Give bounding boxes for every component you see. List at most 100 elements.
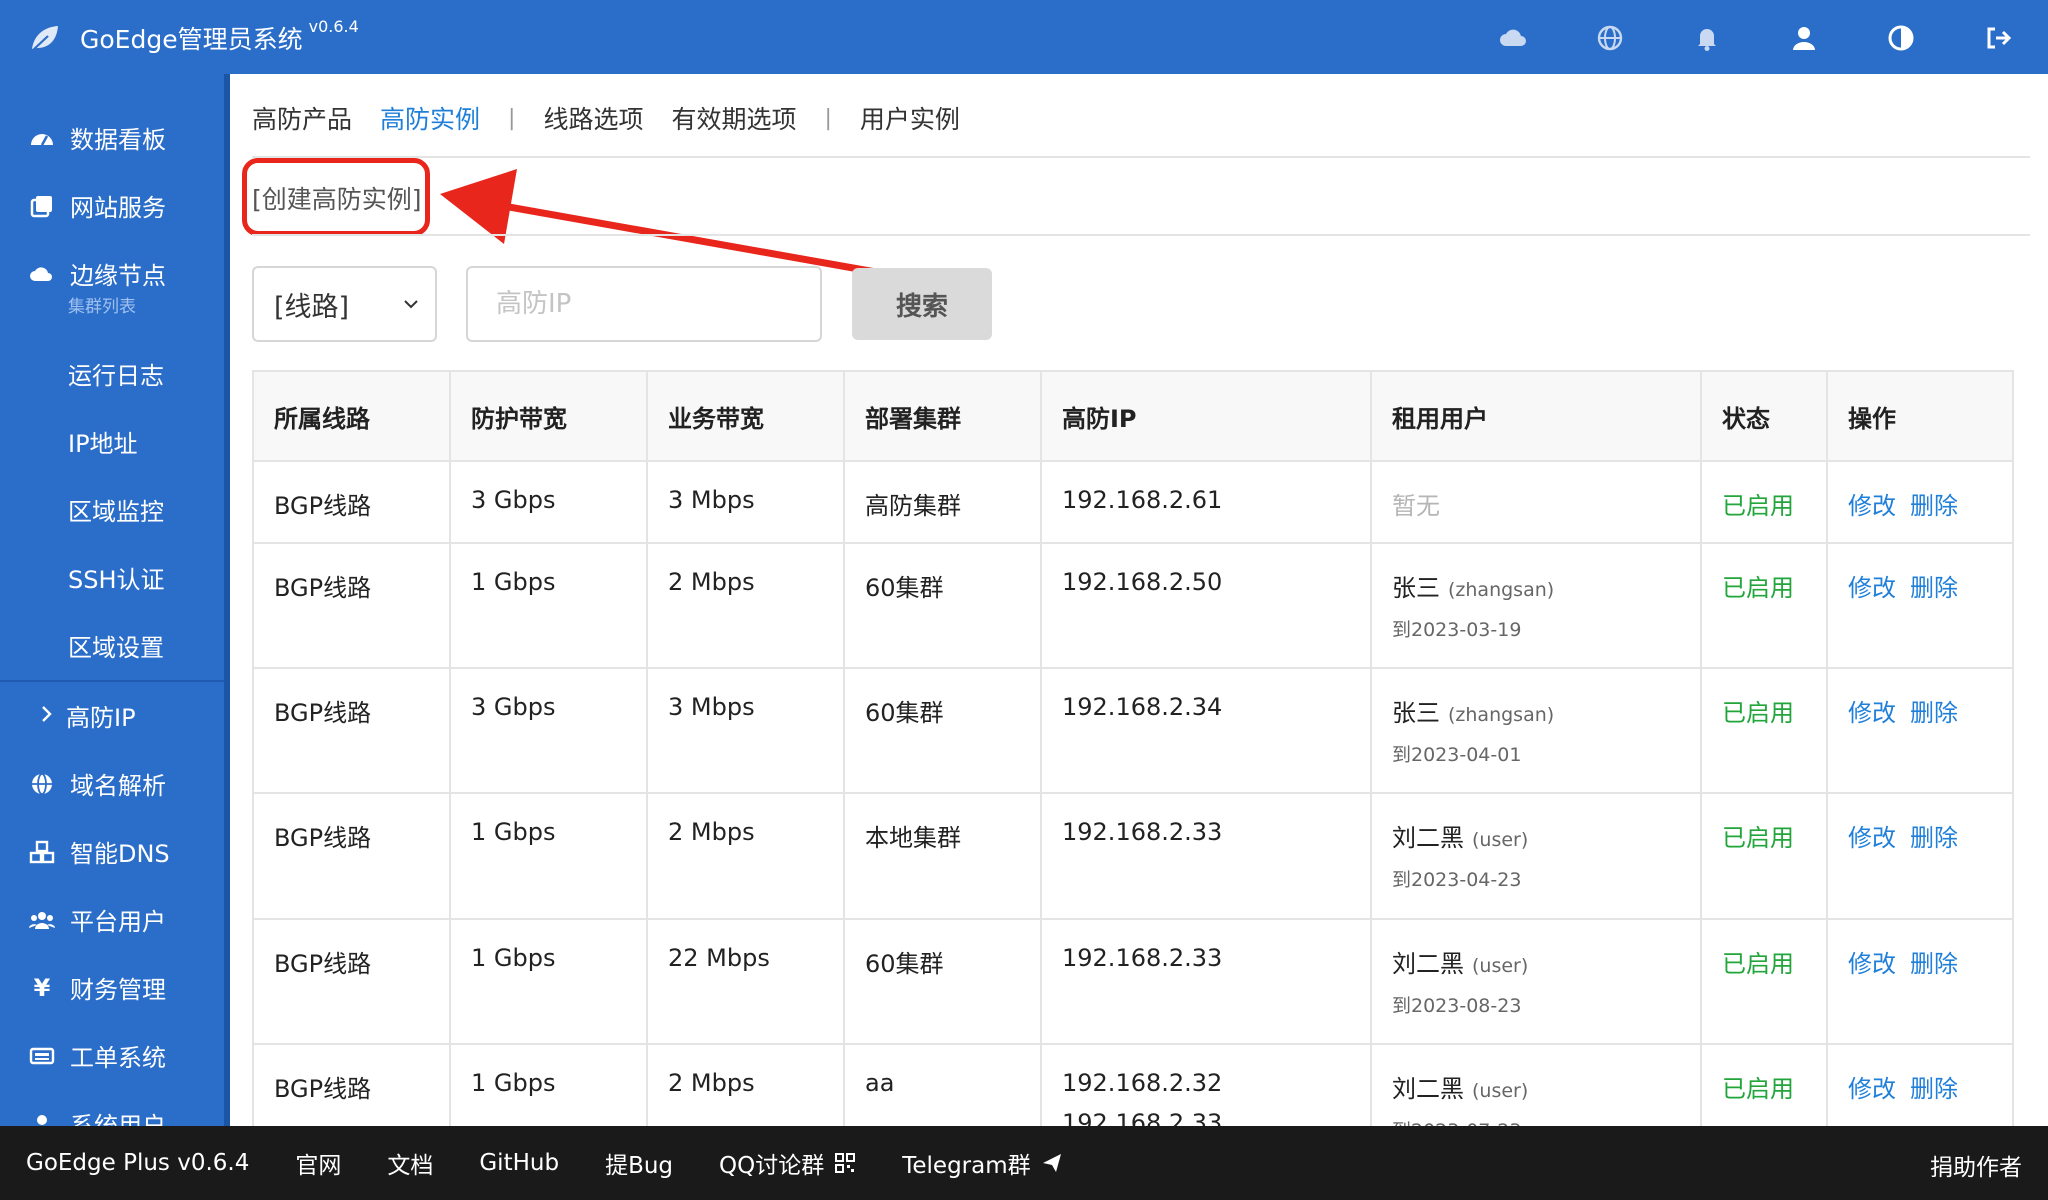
sidebar-item-edge-nodes[interactable]: 边缘节点: [0, 256, 230, 291]
sidebar-item-dns[interactable]: 域名解析: [0, 766, 230, 801]
delete-link[interactable]: 删除: [1910, 492, 1958, 520]
cell-protect-bandwidth: 1 Gbps: [449, 792, 648, 920]
status-badge: 已启用: [1722, 1075, 1794, 1103]
tab-ddos-instances[interactable]: 高防实例: [380, 100, 480, 136]
cell-status: 已启用: [1700, 918, 1828, 1045]
tenant-name[interactable]: 张三: [1392, 574, 1440, 602]
footer-link-telegram-group[interactable]: Telegram群: [902, 1146, 1062, 1180]
logout-icon[interactable]: [1978, 18, 2018, 58]
tenant-expiry: 到2023-04-23: [1392, 869, 1522, 891]
search-button[interactable]: 搜索: [852, 268, 992, 340]
ddos-ip-search-input[interactable]: [466, 266, 822, 342]
delete-link[interactable]: 删除: [1910, 950, 1958, 978]
sidebar-scrollbar[interactable]: [224, 74, 230, 1126]
sidebar-item-label: 平台用户: [70, 908, 166, 936]
footer-link-github[interactable]: GitHub: [479, 1150, 559, 1176]
divider: [252, 234, 2030, 236]
globe-icon[interactable]: [1590, 18, 1630, 58]
theme-toggle-icon[interactable]: [1881, 18, 1921, 58]
status-badge: 已启用: [1722, 574, 1794, 602]
tenant-login: (user): [1472, 829, 1529, 851]
status-badge: 已启用: [1722, 699, 1794, 727]
sidebar-item-region-monitor[interactable]: 区域监控: [0, 492, 230, 527]
footer-link-qq-group[interactable]: QQ讨论群: [719, 1146, 856, 1180]
col-header-actions[interactable]: 操作: [1826, 370, 2014, 462]
sidebar-caption-cluster-list: 集群列表: [68, 297, 136, 317]
edit-link[interactable]: 修改: [1848, 824, 1896, 852]
sidebar-item-region-settings[interactable]: 区域设置: [0, 628, 230, 663]
cell-actions: 修改 删除: [1826, 1043, 2014, 1126]
cell-tenant: 张三 (zhangsan) 到2023-04-01: [1370, 667, 1702, 794]
col-header-ddos-ip[interactable]: 高防IP: [1040, 370, 1372, 462]
cell-line: BGP线路: [252, 792, 451, 920]
delete-link[interactable]: 删除: [1910, 574, 1958, 602]
footer-link-official-site[interactable]: 官网: [295, 1146, 341, 1180]
tenant-name[interactable]: 刘二黑: [1392, 824, 1464, 852]
tenant-name[interactable]: 张三: [1392, 699, 1440, 727]
cloud-icon: [28, 260, 56, 288]
delete-link[interactable]: 删除: [1910, 824, 1958, 852]
tenant-login: (user): [1472, 1080, 1529, 1102]
sidebar-item-label: 区域设置: [68, 634, 164, 662]
sidebar-item-label: 财务管理: [70, 976, 166, 1004]
edit-link[interactable]: 修改: [1848, 950, 1896, 978]
sidebar-item-finance[interactable]: ¥ 财务管理: [0, 970, 230, 1005]
col-header-tenant[interactable]: 租用用户: [1370, 370, 1702, 462]
sidebar-item-label: 边缘节点: [70, 262, 166, 290]
cloud-icon[interactable]: [1493, 18, 1533, 58]
tab-separator: |: [508, 105, 516, 131]
footer-link-docs[interactable]: 文档: [387, 1146, 433, 1180]
cell-line: BGP线路: [252, 460, 451, 544]
footer-brand[interactable]: GoEdge Plus v0.6.4: [26, 1150, 249, 1176]
sidebar-item-dashboard[interactable]: 数据看板: [0, 120, 230, 155]
sidebar-item-ssh-auth[interactable]: SSH认证: [0, 560, 230, 595]
sidebar-item-label: 域名解析: [70, 772, 166, 800]
cell-ddos-ip: 192.168.2.61: [1040, 460, 1372, 544]
col-header-status[interactable]: 状态: [1700, 370, 1828, 462]
tenant-name[interactable]: 刘二黑: [1392, 1075, 1464, 1103]
sidebar-item-ip-address[interactable]: IP地址: [0, 424, 230, 459]
cell-cluster: 本地集群: [843, 792, 1042, 920]
sidebar-item-ddos-ip[interactable]: 高防IP: [0, 698, 230, 733]
sidebar-item-tickets[interactable]: 工单系统: [0, 1038, 230, 1073]
tab-period-options[interactable]: 有效期选项: [671, 100, 796, 136]
sidebar-item-web-services[interactable]: 网站服务: [0, 188, 230, 223]
user-icon[interactable]: [1784, 18, 1824, 58]
sidebar-item-smart-dns[interactable]: 智能DNS: [0, 834, 230, 869]
instances-table: 所属线路 防护带宽 业务带宽 部署集群 高防IP 租用用户 状态 操作 BGP线…: [252, 370, 2014, 1126]
col-header-line[interactable]: 所属线路: [252, 370, 451, 462]
cell-line: BGP线路: [252, 918, 451, 1045]
delete-link[interactable]: 删除: [1910, 699, 1958, 727]
col-header-service-bandwidth[interactable]: 业务带宽: [646, 370, 845, 462]
tenant-name[interactable]: 刘二黑: [1392, 950, 1464, 978]
brand[interactable]: GoEdge管理员系统 v0.6.4: [28, 17, 359, 58]
col-header-protect-bandwidth[interactable]: 防护带宽: [449, 370, 648, 462]
footer-link-label: QQ讨论群: [719, 1153, 825, 1179]
qrcode-icon: [835, 1153, 856, 1173]
ddos-ip-primary: 192.168.2.32: [1062, 1069, 1223, 1097]
cell-ddos-ip: 192.168.2.33: [1040, 792, 1372, 920]
edit-link[interactable]: 修改: [1848, 574, 1896, 602]
sidebar-item-label: 区域监控: [68, 498, 164, 526]
edit-link[interactable]: 修改: [1848, 1075, 1896, 1103]
sidebar-divider: [0, 680, 230, 682]
col-header-cluster[interactable]: 部署集群: [843, 370, 1042, 462]
tab-user-instances[interactable]: 用户实例: [860, 100, 960, 136]
sidebar-item-platform-users[interactable]: 平台用户: [0, 902, 230, 937]
line-select[interactable]: [线路]: [252, 266, 437, 342]
delete-link[interactable]: 删除: [1910, 1075, 1958, 1103]
cell-tenant: 张三 (zhangsan) 到2023-03-19: [1370, 542, 1702, 669]
table-row: BGP线路 1 Gbps 2 Mbps 60集群 192.168.2.50 张三…: [252, 542, 2014, 669]
footer-donate-link[interactable]: 捐助作者: [1930, 1148, 2022, 1182]
footer-link-report-bug[interactable]: 提Bug: [605, 1146, 673, 1180]
sidebar-item-run-logs[interactable]: 运行日志: [0, 356, 230, 391]
sidebar-item-system-users[interactable]: 系统用户: [0, 1106, 230, 1126]
edit-link[interactable]: 修改: [1848, 699, 1896, 727]
tab-line-options[interactable]: 线路选项: [543, 100, 643, 136]
edit-link[interactable]: 修改: [1848, 492, 1896, 520]
status-badge: 已启用: [1722, 492, 1794, 520]
cell-ddos-ip: 192.168.2.50: [1040, 542, 1372, 669]
bell-icon[interactable]: [1687, 18, 1727, 58]
cell-service-bandwidth: 2 Mbps: [646, 1043, 845, 1126]
tab-ddos-products[interactable]: 高防产品: [252, 100, 352, 136]
